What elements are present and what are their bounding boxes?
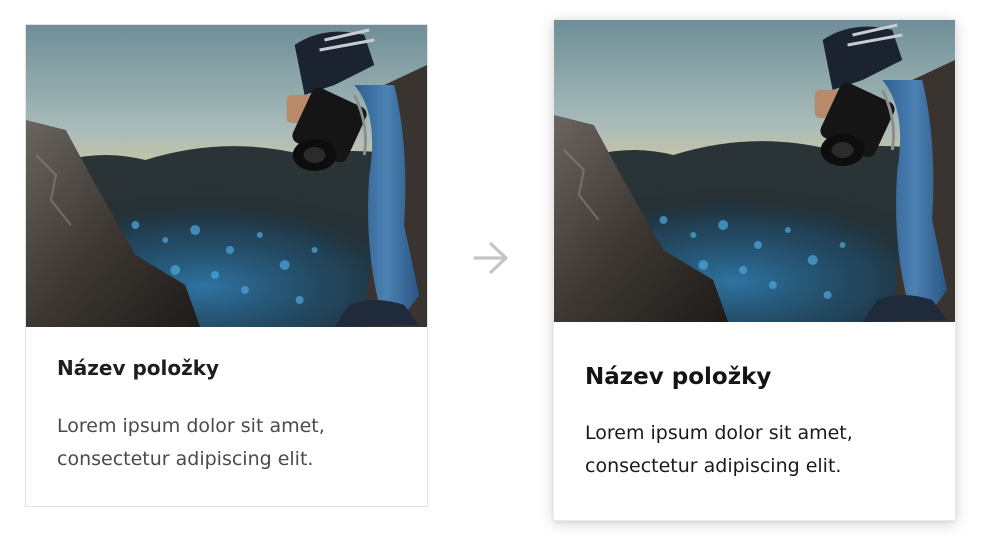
- arrow-right-icon: [473, 242, 508, 274]
- card-description: Lorem ipsum dolor sit amet, consectetur …: [585, 422, 853, 477]
- item-card-hover[interactable]: Název položky Lorem ipsum dolor sit amet…: [553, 19, 956, 521]
- card-title: Název položky: [585, 364, 772, 390]
- photographer-photo: [554, 20, 955, 322]
- card-title: Název položky: [57, 356, 220, 380]
- item-card-default[interactable]: Název položky Lorem ipsum dolor sit amet…: [25, 24, 428, 507]
- card-description: Lorem ipsum dolor sit amet, consectetur …: [57, 415, 325, 470]
- photographer-photo: [26, 25, 427, 327]
